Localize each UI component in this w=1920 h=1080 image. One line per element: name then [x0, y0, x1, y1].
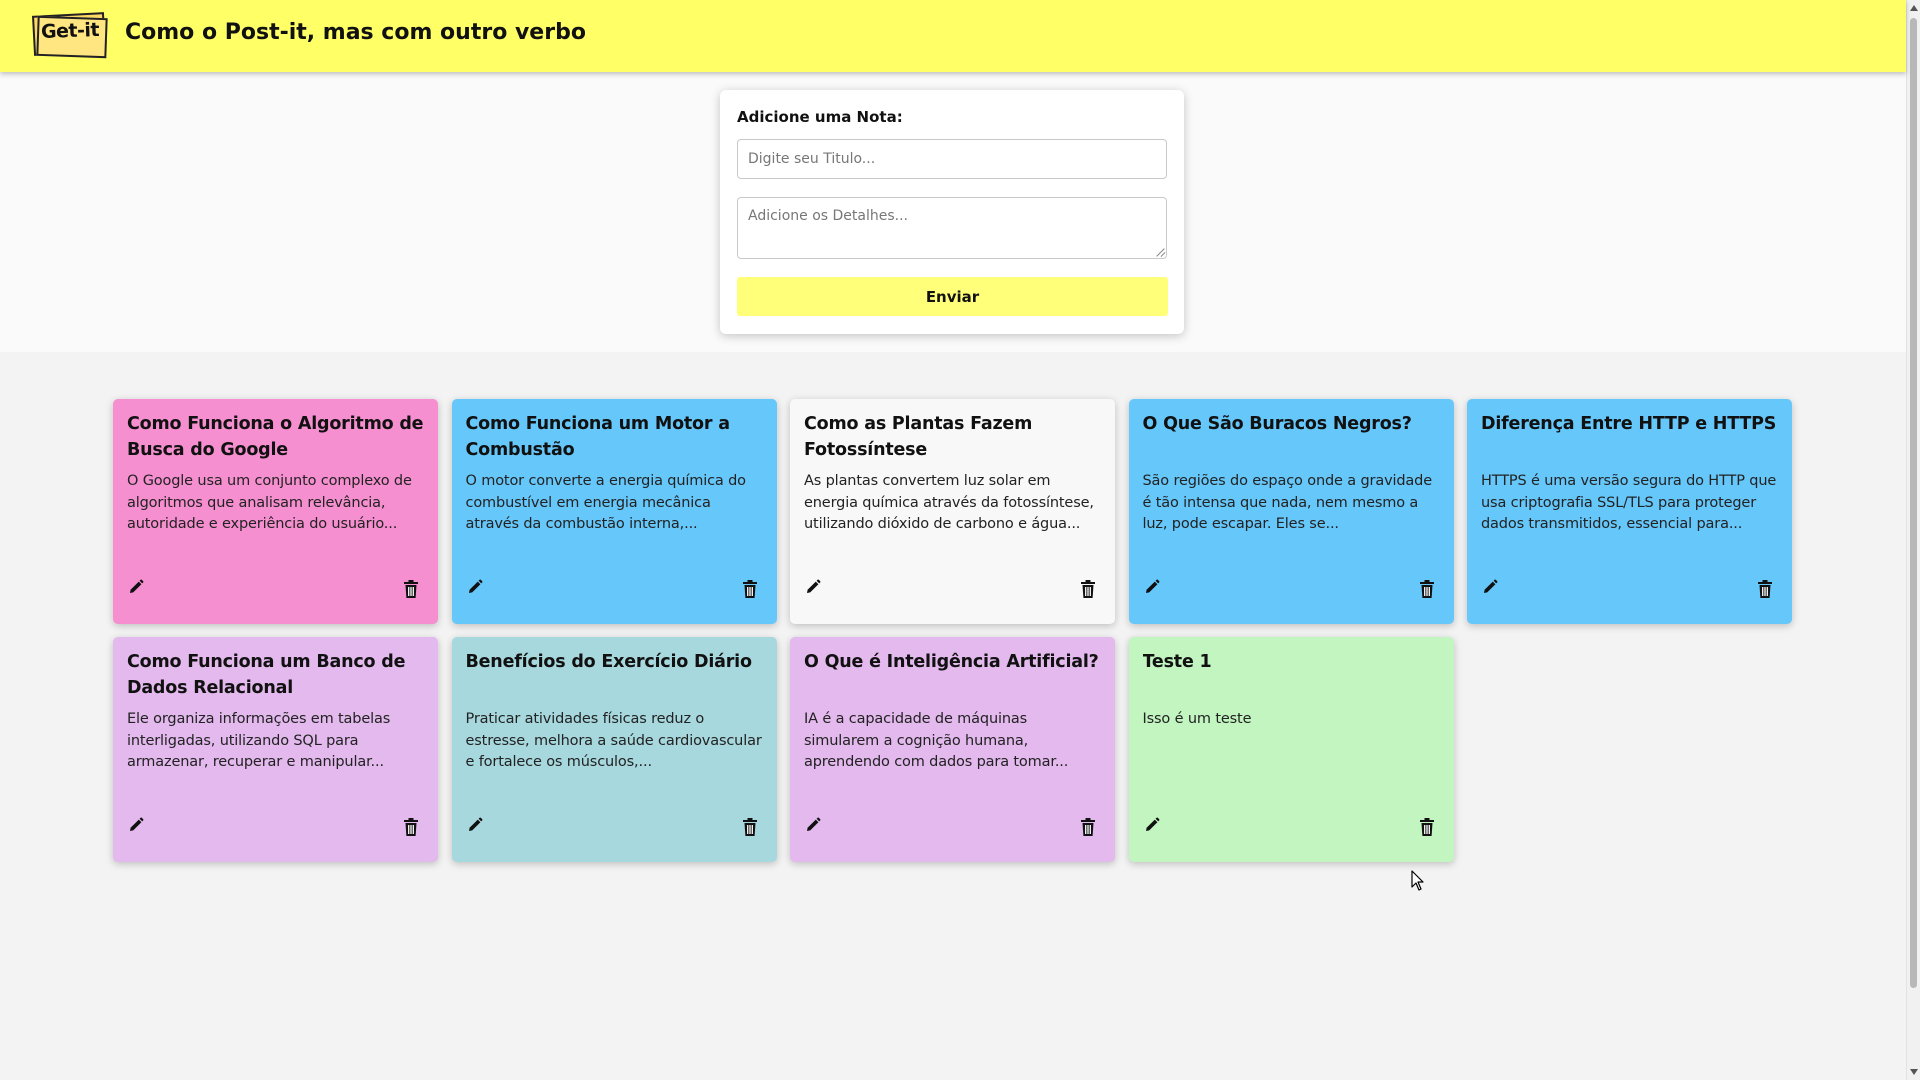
- note-card[interactable]: Como Funciona um Motor a Combustão O moto…: [451, 399, 777, 624]
- note-body: HTTPS é uma versão segura do HTTP que us…: [1481, 473, 1777, 532]
- note-title: O Que São Buracos Negros?: [1142, 414, 1412, 434]
- delete-trash-icon[interactable]: [1756, 579, 1774, 599]
- note-body: Praticar atividades físicas reduz o estr…: [465, 711, 762, 770]
- note-card[interactable]: Como Funciona um Banco de Dados Relacion…: [113, 637, 438, 862]
- note-title-input[interactable]: [737, 139, 1167, 179]
- form-label: Adicione uma Nota:: [737, 108, 903, 126]
- note-body: O Google usa um conjunto complexo de alg…: [127, 473, 412, 532]
- delete-trash-icon[interactable]: [1418, 817, 1436, 837]
- delete-trash-icon[interactable]: [741, 579, 759, 599]
- delete-trash-icon[interactable]: [1418, 579, 1436, 599]
- edit-pencil-icon[interactable]: [466, 578, 484, 596]
- edit-pencil-icon[interactable]: [1143, 578, 1161, 596]
- note-card[interactable]: Teste 1 Isso é um teste: [1128, 637, 1454, 862]
- delete-trash-icon[interactable]: [402, 579, 420, 599]
- note-body: São regiões do espaço onde a gravidade é…: [1142, 473, 1433, 532]
- add-note-form: Adicione uma Nota: Enviar: [720, 90, 1184, 334]
- delete-trash-icon[interactable]: [1079, 579, 1097, 599]
- delete-trash-icon[interactable]: [402, 817, 420, 837]
- scrollbar-thumb[interactable]: [1910, 18, 1917, 988]
- page-title: Como o Post-it, mas com outro verbo: [125, 20, 586, 45]
- edit-pencil-icon[interactable]: [127, 816, 145, 834]
- logo-text: Get-it: [40, 18, 100, 44]
- note-body: O motor converte a energia química do co…: [465, 473, 747, 532]
- app-viewport: Get-it Como o Post-it, mas com outro ver…: [0, 0, 1920, 1080]
- note-card[interactable]: Como as Plantas Fazem Fotossíntese As pla…: [790, 399, 1115, 624]
- edit-pencil-icon[interactable]: [804, 816, 822, 834]
- edit-pencil-icon[interactable]: [1143, 816, 1161, 834]
- edit-pencil-icon[interactable]: [127, 578, 145, 596]
- note-body: As plantas convertem luz solar em energi…: [804, 473, 1094, 532]
- edit-pencil-icon[interactable]: [466, 816, 484, 834]
- header-bar: Get-it Como o Post-it, mas com outro ver…: [0, 0, 1906, 72]
- note-card[interactable]: Benefícios do Exercício Diário Praticar a…: [451, 637, 777, 862]
- textarea-resize-handle[interactable]: [1156, 248, 1165, 257]
- vertical-scrollbar[interactable]: [1906, 0, 1920, 1080]
- submit-button[interactable]: Enviar: [737, 277, 1168, 316]
- note-title: Benefícios do Exercício Diário: [465, 652, 752, 672]
- get-it-logo[interactable]: Get-it: [32, 12, 108, 59]
- note-title: Diferença Entre HTTP e HTTPS: [1481, 414, 1777, 434]
- note-title: Como Funciona o Algoritmo de Busca do Go…: [127, 414, 424, 460]
- note-card[interactable]: O Que é Inteligência Artificial? IA é a c…: [790, 637, 1115, 862]
- note-title: Como Funciona um Motor a Combustão: [465, 414, 731, 460]
- note-card[interactable]: Como Funciona o Algoritmo de Busca do Go…: [113, 399, 438, 624]
- note-body: Ele organiza informações em tabelas inte…: [127, 711, 391, 770]
- scroll-down-arrow-icon[interactable]: [1910, 1069, 1918, 1075]
- edit-pencil-icon[interactable]: [1481, 578, 1499, 596]
- note-title: Como as Plantas Fazem Fotossíntese: [804, 414, 1033, 460]
- note-title: O Que é Inteligência Artificial?: [804, 652, 1099, 672]
- note-details-input[interactable]: [737, 197, 1167, 259]
- note-title: Como Funciona um Banco de Dados Relacion…: [127, 652, 406, 698]
- edit-pencil-icon[interactable]: [804, 578, 822, 596]
- note-title: Teste 1: [1142, 652, 1212, 672]
- delete-trash-icon[interactable]: [741, 817, 759, 837]
- note-body: Isso é um teste: [1142, 711, 1252, 727]
- mouse-cursor-icon: [1411, 870, 1424, 891]
- note-card[interactable]: Diferença Entre HTTP e HTTPS HTTPS é uma …: [1467, 399, 1792, 624]
- delete-trash-icon[interactable]: [1079, 817, 1097, 837]
- note-body: IA é a capacidade de máquinas simularem …: [804, 711, 1069, 770]
- note-card[interactable]: O Que São Buracos Negros? São regiões do …: [1128, 399, 1454, 624]
- scroll-up-arrow-icon[interactable]: [1910, 5, 1918, 11]
